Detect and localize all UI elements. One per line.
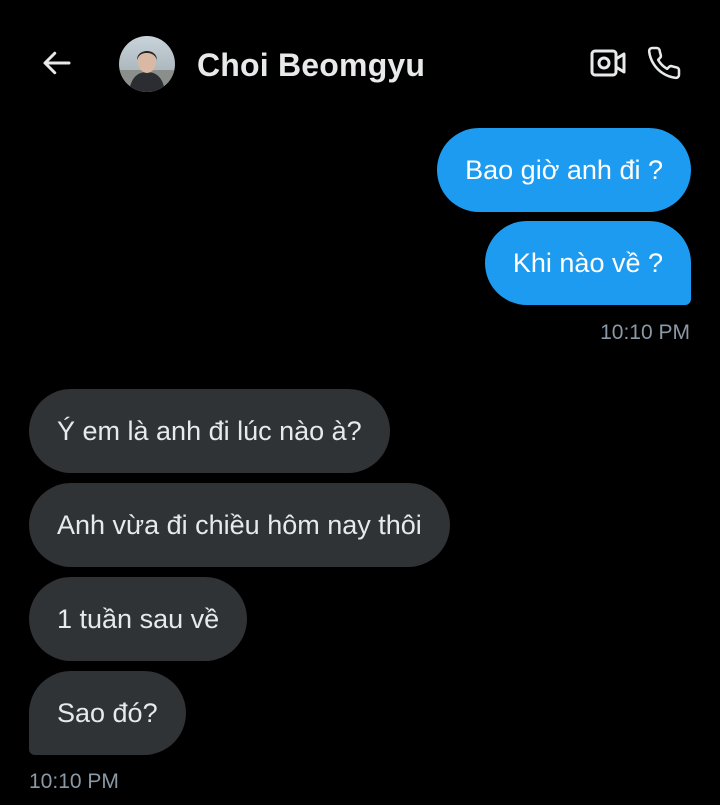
message-text: 1 tuần sau về — [57, 603, 220, 634]
message-text: Khi nào về ? — [512, 247, 663, 278]
conversation-header: Choi Beomgyu — [0, 0, 720, 130]
message-text: Anh vừa đi chiều hôm nay thôi — [57, 509, 422, 540]
message-text: Sao đó? — [57, 697, 158, 728]
avatar[interactable] — [119, 36, 175, 92]
message-text: Ý em là anh đi lúc nào à? — [57, 415, 362, 446]
contact-name[interactable]: Choi Beomgyu — [197, 47, 425, 84]
received-message[interactable]: Sao đó? — [29, 671, 186, 755]
received-message[interactable]: Anh vừa đi chiều hôm nay thôi — [29, 483, 450, 567]
back-button[interactable] — [38, 44, 76, 82]
phone-call-icon — [647, 46, 681, 80]
received-message[interactable]: 1 tuần sau về — [29, 577, 248, 661]
sent-message[interactable]: Khi nào về ? — [484, 221, 691, 305]
video-call-button[interactable] — [588, 44, 628, 82]
message-timestamp: 10:10 PM — [29, 770, 119, 793]
message-timestamp: 10:10 PM — [600, 321, 690, 344]
message-text: Bao giờ anh đi ? — [465, 154, 663, 185]
video-call-icon — [590, 49, 626, 77]
phone-call-button[interactable] — [643, 42, 685, 84]
received-message[interactable]: Ý em là anh đi lúc nào à? — [29, 389, 390, 473]
sent-message[interactable]: Bao giờ anh đi ? — [437, 128, 691, 212]
back-arrow-icon — [43, 51, 71, 75]
